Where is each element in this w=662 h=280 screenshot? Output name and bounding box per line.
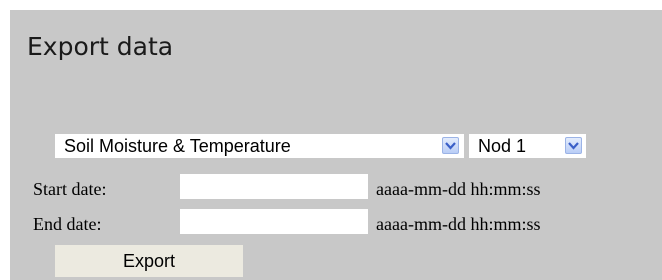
start-date-hint: aaaa-mm-dd hh:mm:ss: [376, 179, 541, 199]
end-date-hint: aaaa-mm-dd hh:mm:ss: [376, 214, 541, 234]
export-button[interactable]: Export: [55, 245, 243, 277]
node-value: Nod 1: [478, 136, 527, 156]
node-select[interactable]: Nod 1: [469, 134, 586, 158]
end-date-input[interactable]: [180, 209, 368, 234]
start-date-input[interactable]: [180, 174, 368, 199]
export-panel: Export data Soil Moisture & Temperature …: [10, 10, 662, 280]
chevron-down-icon[interactable]: [442, 137, 459, 154]
sensor-type-value: Soil Moisture & Temperature: [64, 136, 291, 156]
sensor-type-select[interactable]: Soil Moisture & Temperature: [55, 134, 464, 158]
end-date-label: End date:: [33, 214, 102, 234]
chevron-down-icon[interactable]: [565, 137, 582, 154]
page-title: Export data: [27, 32, 174, 61]
start-date-label: Start date:: [33, 179, 107, 199]
